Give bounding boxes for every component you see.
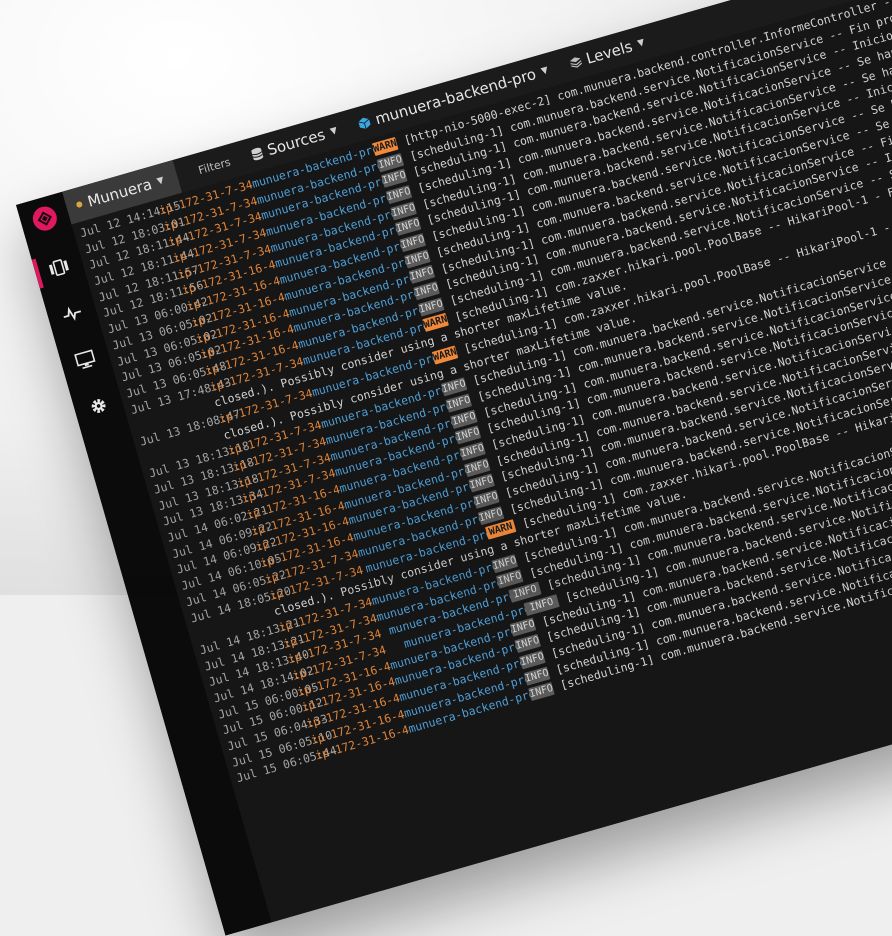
filters-label: Filters xyxy=(196,155,233,177)
chevron-down-icon: ▼ xyxy=(155,175,166,187)
cube-icon xyxy=(358,117,371,129)
status-dot xyxy=(75,200,84,209)
log-level-badge: INFO xyxy=(528,682,555,702)
layers-icon xyxy=(569,57,582,68)
chevron-down-icon: ▼ xyxy=(329,125,339,138)
monitor-icon[interactable] xyxy=(71,345,101,375)
gear-icon[interactable] xyxy=(84,391,114,421)
levels-label: Levels xyxy=(584,37,635,68)
chevron-down-icon: ▼ xyxy=(540,65,550,77)
database-icon xyxy=(251,147,264,160)
chevron-down-icon: ▼ xyxy=(636,37,646,50)
activity-icon[interactable] xyxy=(57,299,87,329)
papertrail-logo-icon[interactable] xyxy=(29,202,61,234)
streams-icon[interactable] xyxy=(44,253,74,283)
